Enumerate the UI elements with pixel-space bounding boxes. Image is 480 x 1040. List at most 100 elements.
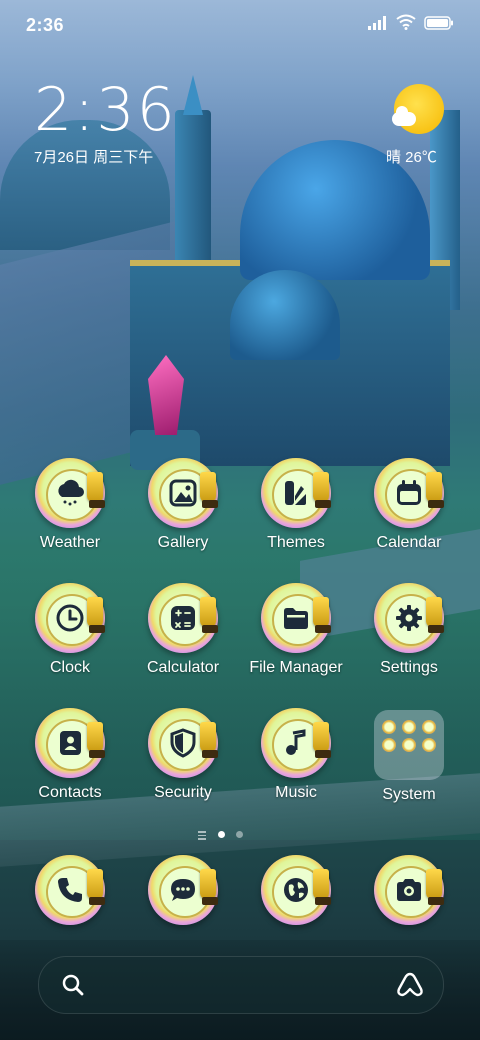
trophy-icon <box>313 722 331 758</box>
app-badge <box>374 583 444 653</box>
app-badge <box>261 855 331 925</box>
app-drawer-lines-icon <box>198 831 206 842</box>
page-dot[interactable] <box>236 831 243 838</box>
app-label: Calculator <box>146 659 220 676</box>
app-badge <box>374 855 444 925</box>
folder-system[interactable]: System <box>355 708 463 818</box>
mini-app-icon <box>382 720 396 734</box>
app-label: Security <box>154 784 212 801</box>
weather-widget[interactable]: 晴 26℃ <box>370 82 450 172</box>
app-calendar[interactable]: Calendar <box>355 458 463 568</box>
app-settings[interactable]: Settings <box>355 583 463 693</box>
dock-browser[interactable] <box>242 855 350 935</box>
signal-icon <box>368 16 386 30</box>
mini-app-icon <box>422 738 436 752</box>
trophy-icon <box>87 472 105 508</box>
dock-camera[interactable] <box>355 855 463 935</box>
trophy-icon <box>200 722 218 758</box>
clock-widget[interactable]: 2:36 7月26日 周三下午 <box>34 80 177 167</box>
app-badge <box>148 855 218 925</box>
app-badge <box>35 458 105 528</box>
widget-date: 7月26日 周三下午 <box>34 149 154 166</box>
app-badge <box>148 583 218 653</box>
app-badge <box>261 458 331 528</box>
trophy-icon <box>87 869 105 905</box>
image-icon <box>169 479 197 507</box>
trophy-icon <box>200 472 218 508</box>
trophy-icon <box>426 597 444 633</box>
app-label: Settings <box>380 659 438 676</box>
trophy-icon <box>200 597 218 633</box>
wallpaper-tower <box>175 110 211 280</box>
app-badge <box>148 708 218 778</box>
app-badge <box>148 458 218 528</box>
calculator-icon <box>171 606 195 630</box>
app-themes[interactable]: Themes <box>242 458 350 568</box>
trophy-icon <box>87 722 105 758</box>
wallpaper-tower-spire <box>183 75 203 115</box>
search-bar[interactable] <box>38 956 444 1014</box>
folder-preview <box>374 710 444 780</box>
widget-time: 2:36 <box>34 75 177 145</box>
cloud-rain-icon <box>58 479 84 506</box>
app-label: Gallery <box>157 534 209 551</box>
calendar-icon <box>397 480 421 505</box>
folder-label: System <box>382 786 436 803</box>
message-icon <box>171 879 195 901</box>
app-calculator[interactable]: Calculator <box>129 583 237 693</box>
search-icon[interactable] <box>61 973 85 997</box>
trophy-icon <box>200 869 218 905</box>
folder-icon <box>284 608 308 629</box>
app-security[interactable]: Security <box>129 708 237 818</box>
app-badge <box>261 708 331 778</box>
app-label: Calendar <box>376 534 442 551</box>
clock-icon <box>56 604 84 632</box>
music-note-icon <box>286 729 306 755</box>
trophy-icon <box>313 597 331 633</box>
app-label: Music <box>275 784 317 801</box>
app-label: Themes <box>267 534 325 551</box>
browser-globe-icon <box>284 878 308 902</box>
app-label: Contacts <box>38 784 102 801</box>
app-badge <box>35 583 105 653</box>
battery-icon <box>424 16 453 30</box>
mini-app-icon <box>402 738 416 752</box>
app-music[interactable]: Music <box>242 708 350 818</box>
app-badge <box>35 708 105 778</box>
mini-app-icon <box>382 738 396 752</box>
app-label: File Manager <box>249 659 343 676</box>
app-file-manager[interactable]: File Manager <box>242 583 350 693</box>
home-screen: 2:36 2:36 7月26日 周三下午 晴 26℃ Weather Galle… <box>0 0 480 1040</box>
contact-book-icon <box>60 731 81 755</box>
cloud-icon <box>392 106 416 126</box>
app-clock[interactable]: Clock <box>16 583 124 693</box>
mini-app-icon <box>422 720 436 734</box>
trophy-icon <box>313 472 331 508</box>
app-badge <box>374 458 444 528</box>
page-indicator[interactable] <box>198 829 258 841</box>
page-dot-active[interactable] <box>218 831 225 838</box>
shield-icon <box>170 728 196 758</box>
dock-phone[interactable] <box>16 855 124 935</box>
app-badge <box>261 583 331 653</box>
app-label: Weather <box>39 534 101 551</box>
app-label: Clock <box>49 659 90 676</box>
gear-icon <box>396 605 422 631</box>
trophy-icon <box>426 869 444 905</box>
wifi-icon <box>396 14 416 30</box>
assistant-icon[interactable] <box>395 971 425 999</box>
brush-palette-icon <box>285 481 306 505</box>
weather-text: 晴 26℃ <box>386 149 437 166</box>
phone-icon <box>58 878 82 902</box>
status-bar: 2:36 <box>0 0 480 48</box>
trophy-icon <box>87 597 105 633</box>
app-weather[interactable]: Weather <box>16 458 124 568</box>
camera-icon <box>397 879 421 901</box>
status-time: 2:36 <box>26 15 65 35</box>
trophy-icon <box>426 472 444 508</box>
mini-app-icon <box>402 720 416 734</box>
dock-messages[interactable] <box>129 855 237 935</box>
app-gallery[interactable]: Gallery <box>129 458 237 568</box>
app-badge <box>35 855 105 925</box>
app-contacts[interactable]: Contacts <box>16 708 124 818</box>
